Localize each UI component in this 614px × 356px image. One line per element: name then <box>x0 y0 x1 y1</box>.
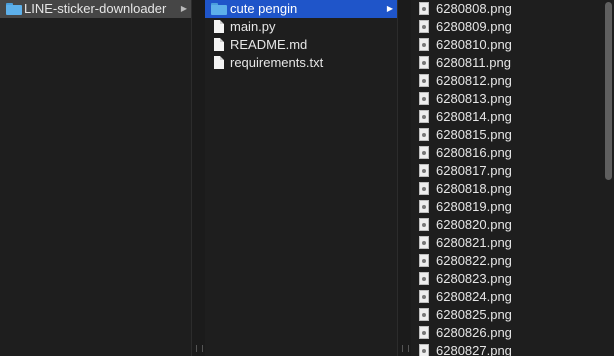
column-1: LINE-sticker-downloader ▶ <box>0 0 191 356</box>
folder-row-line-sticker-downloader[interactable]: LINE-sticker-downloader ▶ <box>0 0 191 18</box>
document-icon <box>214 20 224 33</box>
vertical-scrollbar[interactable] <box>605 2 612 180</box>
image-thumbnail-icon <box>419 92 429 105</box>
file-row[interactable]: 6280820.png <box>411 216 614 234</box>
file-label: 6280810.png <box>436 37 512 52</box>
file-row[interactable]: 6280808.png <box>411 0 614 18</box>
chevron-right-icon: ▶ <box>386 4 393 13</box>
folder-icon <box>6 3 22 15</box>
file-row[interactable]: 6280822.png <box>411 252 614 270</box>
image-thumbnail-icon <box>419 344 429 356</box>
file-row[interactable]: 6280811.png <box>411 54 614 72</box>
image-thumbnail-icon <box>419 128 429 141</box>
file-row[interactable]: 6280814.png <box>411 108 614 126</box>
image-thumbnail-icon <box>419 254 429 267</box>
file-row[interactable]: 6280815.png <box>411 126 614 144</box>
image-thumbnail-icon <box>419 2 429 15</box>
image-thumbnail-icon <box>419 74 429 87</box>
file-label: 6280826.png <box>436 325 512 340</box>
file-row-requirements[interactable]: requirements.txt <box>205 54 397 72</box>
column-3: 6280808.png 6280809.png 6280810.png 6280811… <box>411 0 614 356</box>
file-label: 6280815.png <box>436 127 512 142</box>
file-label: 6280813.png <box>436 91 512 106</box>
file-row[interactable]: 6280816.png <box>411 144 614 162</box>
file-label: 6280823.png <box>436 271 512 286</box>
image-thumbnail-icon <box>419 236 429 249</box>
file-row[interactable]: 6280826.png <box>411 324 614 342</box>
file-label: 6280818.png <box>436 181 512 196</box>
file-row[interactable]: 6280813.png <box>411 90 614 108</box>
resize-grip-icon <box>196 345 203 352</box>
document-icon <box>214 56 224 69</box>
folder-label: LINE-sticker-downloader <box>24 1 167 16</box>
file-label: 6280825.png <box>436 307 512 322</box>
file-row[interactable]: 6280809.png <box>411 18 614 36</box>
resize-grip-icon <box>402 345 409 352</box>
file-row-readme[interactable]: README.md <box>205 36 397 54</box>
folder-row-cute-pengin[interactable]: cute pengin ▶ <box>205 0 397 18</box>
file-label: 6280816.png <box>436 145 512 160</box>
chevron-right-icon: ▶ <box>180 4 187 13</box>
file-row[interactable]: 6280825.png <box>411 306 614 324</box>
image-thumbnail-icon <box>419 290 429 303</box>
file-label: 6280814.png <box>436 109 512 124</box>
file-row[interactable]: 6280823.png <box>411 270 614 288</box>
file-label: main.py <box>230 19 276 34</box>
file-label: 6280808.png <box>436 1 512 16</box>
file-label: 6280811.png <box>436 55 511 70</box>
file-row[interactable]: 6280810.png <box>411 36 614 54</box>
file-label: 6280819.png <box>436 199 512 214</box>
file-label: 6280812.png <box>436 73 512 88</box>
image-thumbnail-icon <box>419 272 429 285</box>
file-row[interactable]: 6280817.png <box>411 162 614 180</box>
image-thumbnail-icon <box>419 38 429 51</box>
document-icon <box>214 38 224 51</box>
image-thumbnail-icon <box>419 164 429 177</box>
image-thumbnail-icon <box>419 20 429 33</box>
file-label: 6280820.png <box>436 217 512 232</box>
file-row[interactable]: 6280821.png <box>411 234 614 252</box>
folder-label: cute pengin <box>230 1 298 16</box>
file-label: 6280824.png <box>436 289 512 304</box>
image-thumbnail-icon <box>419 308 429 321</box>
image-thumbnail-icon <box>419 146 429 159</box>
image-thumbnail-icon <box>419 182 429 195</box>
file-label: 6280809.png <box>436 19 512 34</box>
file-label: README.md <box>230 37 308 52</box>
file-row[interactable]: 6280818.png <box>411 180 614 198</box>
column-2: cute pengin ▶ main.py README.md requirem… <box>205 0 397 356</box>
image-thumbnail-icon <box>419 326 429 339</box>
file-row[interactable]: 6280819.png <box>411 198 614 216</box>
file-label: 6280827.png <box>436 343 512 356</box>
file-row-main-py[interactable]: main.py <box>205 18 397 36</box>
file-label: 6280821.png <box>436 235 512 250</box>
file-label: 6280817.png <box>436 163 512 178</box>
file-label: 6280822.png <box>436 253 512 268</box>
image-thumbnail-icon <box>419 218 429 231</box>
folder-icon <box>211 3 227 15</box>
image-thumbnail-icon <box>419 110 429 123</box>
file-row[interactable]: 6280827.png <box>411 342 614 356</box>
file-row[interactable]: 6280812.png <box>411 72 614 90</box>
file-label: requirements.txt <box>230 55 324 70</box>
image-thumbnail-icon <box>419 56 429 69</box>
file-row[interactable]: 6280824.png <box>411 288 614 306</box>
file-list: 6280808.png 6280809.png 6280810.png 6280811… <box>411 0 614 356</box>
image-thumbnail-icon <box>419 200 429 213</box>
